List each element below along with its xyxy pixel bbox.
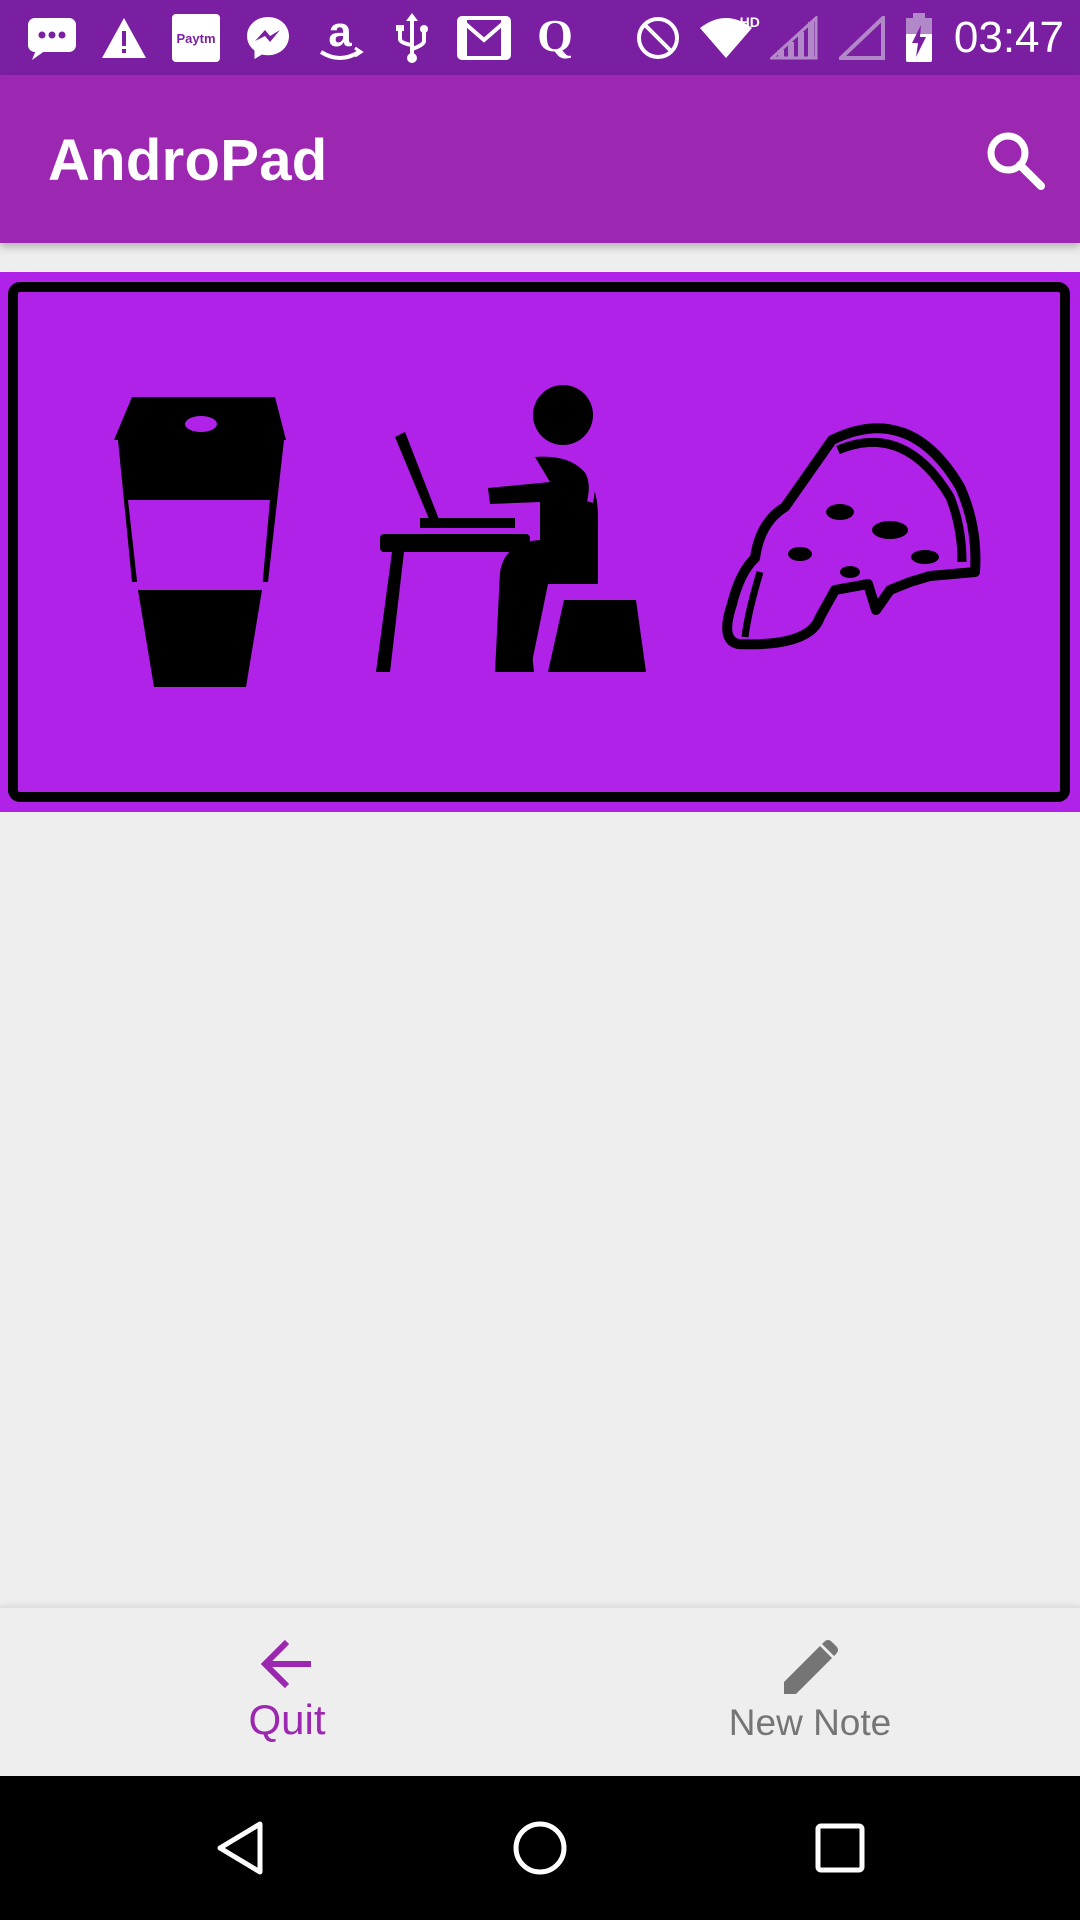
status-time: 03:47 xyxy=(953,13,1064,62)
gmail-icon xyxy=(456,12,512,64)
pizza-slice-icon xyxy=(722,423,981,650)
coffee-cup-icon xyxy=(114,397,286,687)
svg-text:Q: Q xyxy=(537,13,573,61)
home-circle-icon xyxy=(513,1821,567,1875)
wifi-badge: HD xyxy=(739,14,760,30)
do-not-disturb-icon xyxy=(630,12,686,64)
search-button[interactable] xyxy=(980,125,1050,195)
search-icon xyxy=(987,132,1045,190)
cell-signal-icon xyxy=(766,12,822,64)
banner-image xyxy=(0,272,1080,812)
usb-icon xyxy=(384,12,440,64)
nav-label-new-note: New Note xyxy=(728,1702,892,1743)
battery-charging-icon xyxy=(902,12,936,64)
svg-text:a: a xyxy=(328,12,352,55)
quora-icon: Q xyxy=(528,12,584,64)
bottom-navigation: Quit New Note xyxy=(0,1606,1080,1776)
recents-square-icon xyxy=(815,1823,865,1873)
system-navigation-bar xyxy=(0,1776,1080,1920)
person-at-laptop-icon xyxy=(376,385,646,672)
wifi-icon: HD xyxy=(698,12,760,64)
messenger-icon xyxy=(240,12,296,64)
back-triangle-icon xyxy=(217,1821,263,1875)
paytm-text: Paytm xyxy=(176,31,215,46)
nav-label-quit: Quit xyxy=(248,1696,326,1743)
cell-signal-empty-icon xyxy=(834,12,890,64)
app-bar: AndroPad xyxy=(0,75,1080,243)
nav-item-quit[interactable]: Quit xyxy=(0,1638,574,1744)
warning-icon xyxy=(96,12,152,64)
system-back-button[interactable] xyxy=(170,1776,310,1920)
pencil-icon xyxy=(784,1640,838,1694)
arrow-back-icon xyxy=(260,1639,311,1689)
sms-icon xyxy=(24,12,80,64)
system-status-icons: HD 03:47 xyxy=(630,12,1064,64)
nav-item-new-note[interactable]: New Note xyxy=(540,1608,1080,1778)
status-bar: Paytm a Q HD 03:47 xyxy=(0,0,1080,75)
system-recents-button[interactable] xyxy=(770,1776,910,1920)
paytm-icon: Paytm xyxy=(168,12,224,64)
app-title: AndroPad xyxy=(48,128,328,193)
amazon-icon: a xyxy=(312,12,368,64)
system-home-button[interactable] xyxy=(470,1776,610,1920)
notification-icons: Paytm a Q xyxy=(24,12,584,64)
